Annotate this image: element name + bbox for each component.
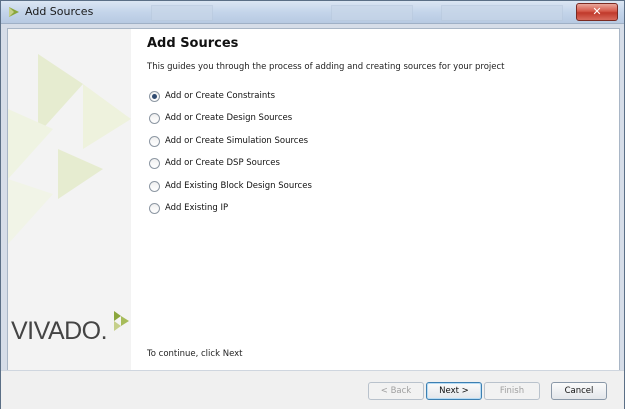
finish-button[interactable]: Finish bbox=[484, 382, 540, 400]
option-add-create-design-sources[interactable]: Add or Create Design Sources bbox=[149, 111, 292, 125]
close-icon: ✕ bbox=[592, 5, 602, 18]
title-bar: Add Sources ✕ bbox=[1, 1, 624, 24]
page-heading: Add Sources bbox=[147, 36, 239, 51]
title-bar-background-blur bbox=[151, 5, 213, 21]
option-add-existing-ip[interactable]: Add Existing IP bbox=[149, 201, 228, 215]
option-add-existing-block-design-sources[interactable]: Add Existing Block Design Sources bbox=[149, 179, 312, 193]
continue-hint: To continue, click Next bbox=[147, 349, 243, 359]
main-panel: Add Sources This guides you through the … bbox=[131, 29, 619, 370]
radio-button[interactable] bbox=[149, 202, 160, 214]
next-button[interactable]: Next > bbox=[426, 382, 482, 400]
vivado-logo: VIVADO. bbox=[11, 317, 108, 345]
option-label: Add Existing IP bbox=[165, 203, 229, 213]
app-icon bbox=[9, 7, 19, 17]
option-label: Add or Create Simulation Sources bbox=[165, 136, 309, 146]
branding-panel: VIVADO. bbox=[8, 29, 131, 370]
window-title: Add Sources bbox=[25, 5, 94, 18]
option-label: Add or Create DSP Sources bbox=[165, 158, 280, 168]
option-add-create-constraints[interactable]: Add or Create Constraints bbox=[149, 89, 275, 103]
title-bar-background-blur bbox=[441, 5, 563, 21]
radio-button[interactable] bbox=[149, 180, 160, 192]
option-label: Add or Create Constraints bbox=[165, 91, 275, 101]
page-description: This guides you through the process of a… bbox=[147, 62, 505, 72]
option-label: Add Existing Block Design Sources bbox=[165, 181, 312, 191]
option-add-create-simulation-sources[interactable]: Add or Create Simulation Sources bbox=[149, 134, 308, 148]
title-bar-background-blur bbox=[331, 5, 413, 21]
dialog-content: VIVADO. Add Sources This guides you thro… bbox=[7, 28, 620, 371]
option-label: Add or Create Design Sources bbox=[165, 113, 293, 123]
radio-button[interactable] bbox=[149, 157, 160, 169]
radio-button[interactable] bbox=[149, 112, 160, 124]
vivado-logo-mark bbox=[114, 311, 129, 331]
option-add-create-dsp-sources[interactable]: Add or Create DSP Sources bbox=[149, 156, 280, 170]
close-button[interactable]: ✕ bbox=[576, 3, 618, 21]
vivado-graphic bbox=[8, 54, 131, 244]
back-button[interactable]: < Back bbox=[368, 382, 424, 400]
add-sources-dialog: Add Sources ✕ VIVADO. Add Sources This g… bbox=[0, 0, 625, 409]
radio-button[interactable] bbox=[149, 135, 160, 147]
cancel-button[interactable]: Cancel bbox=[551, 382, 607, 400]
radio-button[interactable] bbox=[149, 90, 160, 102]
button-bar: < Back Next > Finish Cancel bbox=[1, 370, 624, 409]
